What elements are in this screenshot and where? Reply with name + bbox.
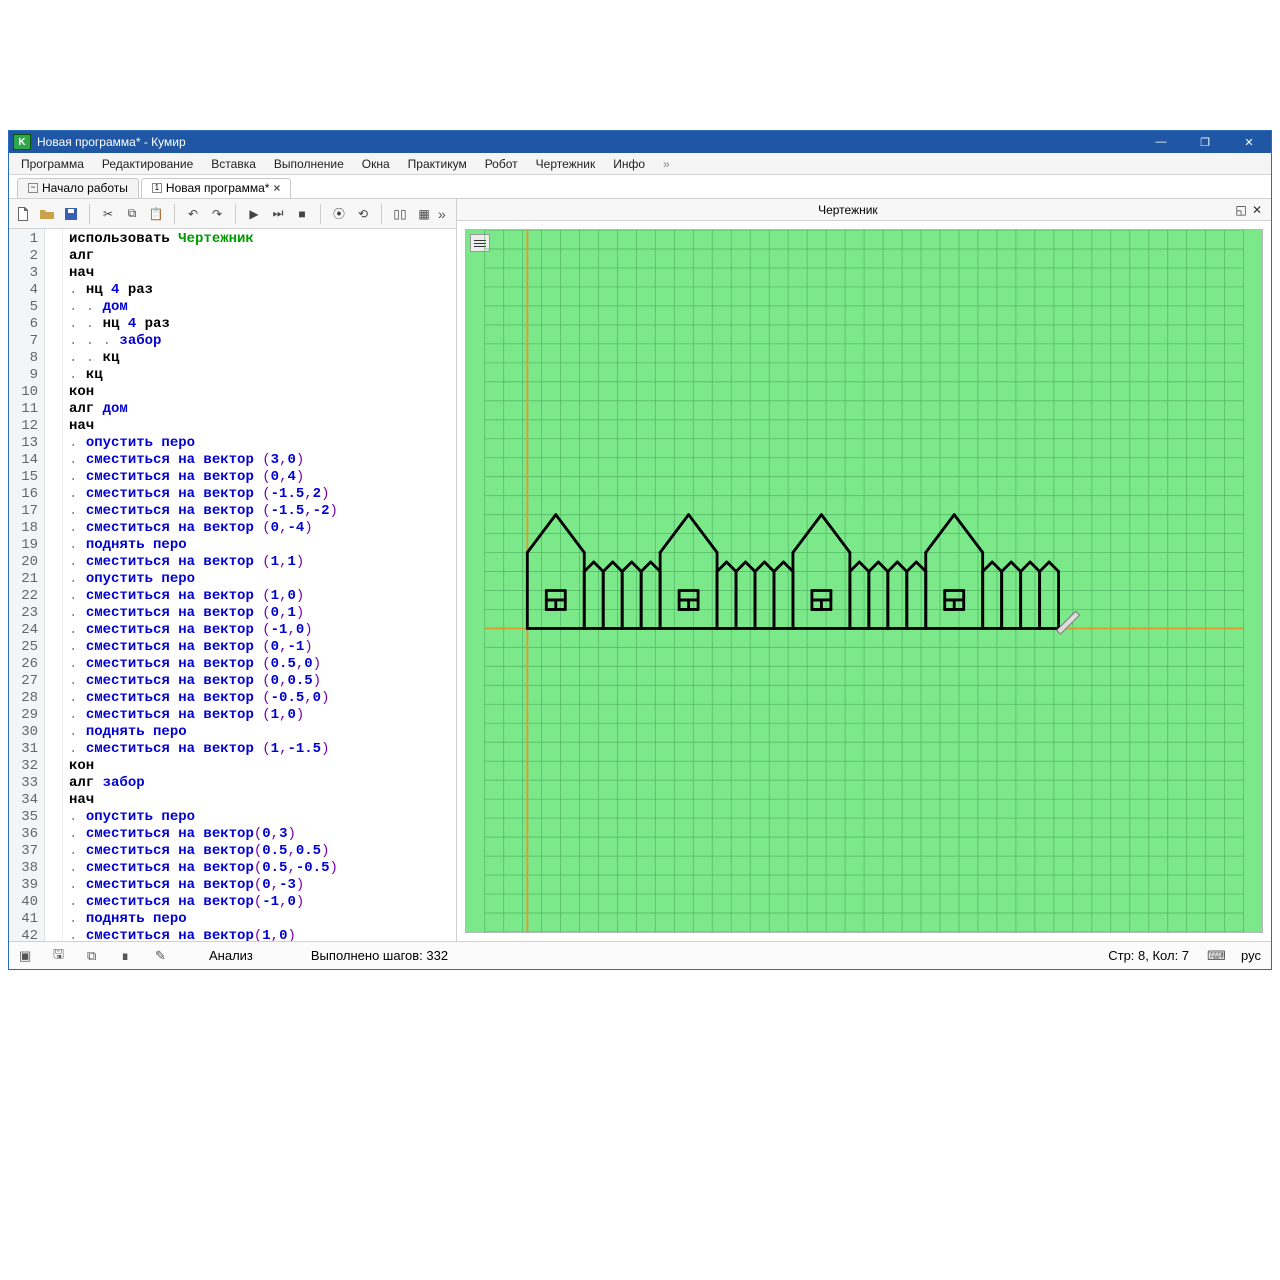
editor-pane: ✂ ⧉ 📋 ↶ ↷ ▶ ⏭ ■ ⦿ ⟲ ▯▯ ▦ » 1234567891011… bbox=[9, 199, 457, 941]
menu-run[interactable]: Выполнение bbox=[266, 155, 352, 173]
status-icon-kb[interactable]: ⌨ bbox=[1207, 948, 1223, 964]
toolbar-overflow-icon[interactable]: » bbox=[438, 206, 452, 222]
undo-icon[interactable]: ↶ bbox=[183, 204, 203, 224]
app-icon: K bbox=[13, 134, 31, 150]
status-icon-edit[interactable]: ✎ bbox=[155, 948, 171, 964]
window-title: Новая программа* - Кумир bbox=[37, 135, 1139, 149]
tab-bar: ~ Начало работы 1 Новая программа* × bbox=[9, 175, 1271, 199]
close-button[interactable]: ✕ bbox=[1227, 131, 1271, 153]
tab-program-label: Новая программа* bbox=[166, 181, 270, 195]
menu-windows[interactable]: Окна bbox=[354, 155, 398, 173]
menu-robot[interactable]: Робот bbox=[477, 155, 526, 173]
menu-bar: Программа Редактирование Вставка Выполне… bbox=[9, 153, 1271, 175]
drawer-close-icon[interactable]: ✕ bbox=[1249, 203, 1265, 217]
status-steps: Выполнено шагов: 332 bbox=[311, 948, 448, 963]
status-icon-copy[interactable]: ⧉ bbox=[87, 948, 103, 964]
status-lang: рус bbox=[1241, 948, 1261, 963]
menu-info[interactable]: Инфо bbox=[605, 155, 653, 173]
menu-more[interactable]: » bbox=[655, 155, 678, 173]
status-bar: ▣ 🖫 ⧉ ∎ ✎ Анализ Выполнено шагов: 332 Ст… bbox=[9, 941, 1271, 969]
menu-insert[interactable]: Вставка bbox=[203, 155, 264, 173]
fold-margin bbox=[45, 229, 63, 941]
tab-start-label: Начало работы bbox=[42, 181, 128, 195]
drawer-pane: Чертежник ◱ ✕ bbox=[457, 199, 1271, 941]
drawer-canvas[interactable] bbox=[465, 229, 1263, 933]
status-icon-term[interactable]: ▣ bbox=[19, 948, 35, 964]
save-file-icon[interactable] bbox=[61, 204, 81, 224]
status-icon-clip[interactable]: ∎ bbox=[121, 948, 137, 964]
tab-program[interactable]: 1 Новая программа* × bbox=[141, 178, 292, 198]
tab-program-icon: 1 bbox=[152, 183, 162, 193]
redo-icon[interactable]: ↷ bbox=[207, 204, 227, 224]
run-icon[interactable]: ▶ bbox=[244, 204, 264, 224]
minimize-button[interactable]: — bbox=[1139, 131, 1183, 153]
status-icon-save[interactable]: 🖫 bbox=[53, 945, 69, 967]
tool-b-icon[interactable]: ⟲ bbox=[353, 204, 373, 224]
new-file-icon[interactable] bbox=[13, 204, 33, 224]
copy-icon[interactable]: ⧉ bbox=[122, 204, 142, 224]
drawing-svg bbox=[466, 230, 1262, 932]
step-icon[interactable]: ⏭ bbox=[268, 204, 288, 224]
layout-a-icon[interactable]: ▯▯ bbox=[390, 204, 410, 224]
maximize-button[interactable]: ❐ bbox=[1183, 131, 1227, 153]
open-file-icon[interactable] bbox=[37, 204, 57, 224]
editor-toolbar: ✂ ⧉ 📋 ↶ ↷ ▶ ⏭ ■ ⦿ ⟲ ▯▯ ▦ » bbox=[9, 199, 456, 229]
drawer-title: Чертежник bbox=[463, 203, 1233, 217]
paste-icon[interactable]: 📋 bbox=[146, 204, 166, 224]
status-cursor-pos: Стр: 8, Кол: 7 bbox=[1108, 948, 1189, 963]
app-window: K Новая программа* - Кумир — ❐ ✕ Програм… bbox=[8, 130, 1272, 970]
menu-practicum[interactable]: Практикум bbox=[400, 155, 475, 173]
tool-a-icon[interactable]: ⦿ bbox=[329, 204, 349, 224]
tab-start-icon: ~ bbox=[28, 183, 38, 193]
tab-start[interactable]: ~ Начало работы bbox=[17, 178, 139, 198]
code-editor[interactable]: 1234567891011121314151617181920212223242… bbox=[9, 229, 456, 941]
line-gutter: 1234567891011121314151617181920212223242… bbox=[9, 229, 45, 941]
status-mode: Анализ bbox=[209, 948, 253, 963]
menu-drawer[interactable]: Чертежник bbox=[528, 155, 604, 173]
menu-edit[interactable]: Редактирование bbox=[94, 155, 201, 173]
menu-program[interactable]: Программа bbox=[13, 155, 92, 173]
drawer-header: Чертежник ◱ ✕ bbox=[457, 199, 1271, 221]
body-split: ✂ ⧉ 📋 ↶ ↷ ▶ ⏭ ■ ⦿ ⟲ ▯▯ ▦ » 1234567891011… bbox=[9, 199, 1271, 941]
stop-icon[interactable]: ■ bbox=[292, 204, 312, 224]
title-bar: K Новая программа* - Кумир — ❐ ✕ bbox=[9, 131, 1271, 153]
cut-icon[interactable]: ✂ bbox=[98, 204, 118, 224]
tab-close-icon[interactable]: × bbox=[273, 181, 280, 195]
drawer-popout-icon[interactable]: ◱ bbox=[1233, 203, 1249, 217]
code-area[interactable]: использовать Чертежникалгнач. нц 4 раз. … bbox=[63, 229, 456, 941]
layout-b-icon[interactable]: ▦ bbox=[414, 204, 434, 224]
